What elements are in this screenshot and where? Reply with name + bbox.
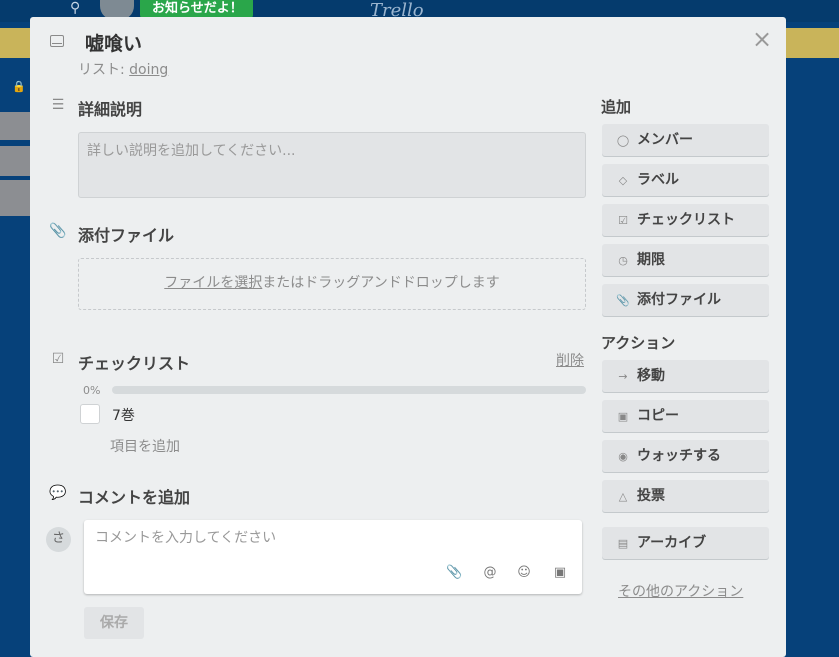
description-heading: 詳細説明: [78, 100, 143, 119]
add-checklist-item-button[interactable]: 項目を追加: [110, 436, 180, 456]
vote-button[interactable]: △ 投票: [602, 480, 769, 512]
card-icon: [50, 35, 64, 47]
checklist-heading[interactable]: チェックリスト: [78, 350, 190, 374]
search-icon[interactable]: ⚲: [70, 0, 80, 16]
members-button[interactable]: ◯ メンバー: [602, 124, 769, 156]
thumbs-up-icon: △: [618, 490, 628, 503]
card-icon[interactable]: ▣: [552, 565, 568, 580]
archive-button[interactable]: ▤ アーカイブ: [602, 527, 769, 559]
background-list-card: [0, 112, 30, 140]
select-file-link[interactable]: ファイルを選択: [164, 275, 262, 291]
add-heading: 追加: [601, 98, 632, 116]
drop-text: またはドラッグアンドドロップします: [262, 275, 500, 291]
attachments-heading: 添付ファイル: [78, 226, 175, 245]
attachment-button-label: 添付ファイル: [637, 292, 721, 308]
label-icon: ◇: [618, 174, 628, 187]
watch-button[interactable]: ◉ ウォッチする: [602, 440, 769, 472]
comment-heading: コメントを追加: [78, 488, 191, 507]
background-list-card: [0, 146, 30, 176]
attachment-icon: 📎: [616, 294, 630, 307]
progress-bar: [112, 386, 586, 394]
copy-button[interactable]: ▣ コピー: [602, 400, 769, 432]
checklist-icon: ☑: [51, 351, 65, 367]
checklist-item-checkbox[interactable]: [80, 404, 100, 424]
vote-button-label: 投票: [637, 488, 665, 504]
card-icon: ▣: [617, 410, 629, 423]
members-button-label: メンバー: [637, 132, 693, 148]
comment-input[interactable]: [95, 530, 565, 546]
eye-icon: ◉: [618, 450, 628, 463]
labels-button-label: ラベル: [637, 172, 679, 188]
attachment-drop-zone[interactable]: ファイルを選択またはドラッグアンドドロップします: [78, 258, 586, 310]
due-date-button[interactable]: ◷ 期限: [602, 244, 769, 276]
labels-button[interactable]: ◇ ラベル: [602, 164, 769, 196]
list-link[interactable]: doing: [129, 62, 168, 78]
archive-icon: ▤: [617, 537, 629, 550]
description-input[interactable]: 詳しい説明を追加してください...: [78, 132, 586, 198]
due-date-button-label: 期限: [637, 252, 665, 268]
progress-percent: 0%: [83, 384, 101, 397]
actions-heading: アクション: [601, 334, 676, 352]
move-button-label: 移動: [637, 368, 665, 384]
mention-icon[interactable]: @: [482, 565, 498, 580]
avatar[interactable]: さ: [46, 527, 71, 552]
card-detail-modal: × 嘘喰い リスト: doing ☰ 詳細説明 詳しい説明を追加してください..…: [30, 17, 786, 657]
copy-button-label: コピー: [637, 408, 679, 424]
attachment-icon: 📎: [49, 223, 67, 239]
checklist-item-text[interactable]: 7巻: [112, 405, 135, 425]
list-info: リスト: doing: [78, 59, 168, 79]
emoji-icon[interactable]: ☺: [516, 565, 532, 580]
card-title[interactable]: 嘘喰い: [85, 29, 142, 56]
comment-box[interactable]: 📎 @ ☺ ▣: [84, 520, 582, 594]
arrow-right-icon: →: [618, 370, 628, 383]
watch-button-label: ウォッチする: [637, 448, 721, 464]
lock-icon: 🔒: [12, 80, 26, 93]
description-icon: ☰: [51, 97, 65, 113]
list-prefix: リスト:: [78, 62, 130, 78]
archive-button-label: アーカイブ: [637, 535, 707, 551]
checklist-button-label: チェックリスト: [637, 212, 735, 228]
other-actions-link[interactable]: その他のアクション: [618, 581, 743, 601]
background-list-card: [0, 180, 30, 216]
comment-icon: 💬: [49, 485, 67, 501]
close-icon[interactable]: ×: [752, 27, 772, 51]
attachment-icon[interactable]: 📎: [446, 565, 462, 580]
checklist-icon: ☑: [618, 214, 628, 227]
save-button[interactable]: 保存: [84, 607, 144, 639]
delete-checklist-link[interactable]: 削除: [556, 350, 584, 370]
attachment-button[interactable]: 📎 添付ファイル: [602, 284, 769, 316]
checklist-button[interactable]: ☑ チェックリスト: [602, 204, 769, 236]
move-button[interactable]: → 移動: [602, 360, 769, 392]
member-icon: ◯: [616, 134, 630, 147]
clock-icon: ◷: [618, 254, 628, 267]
